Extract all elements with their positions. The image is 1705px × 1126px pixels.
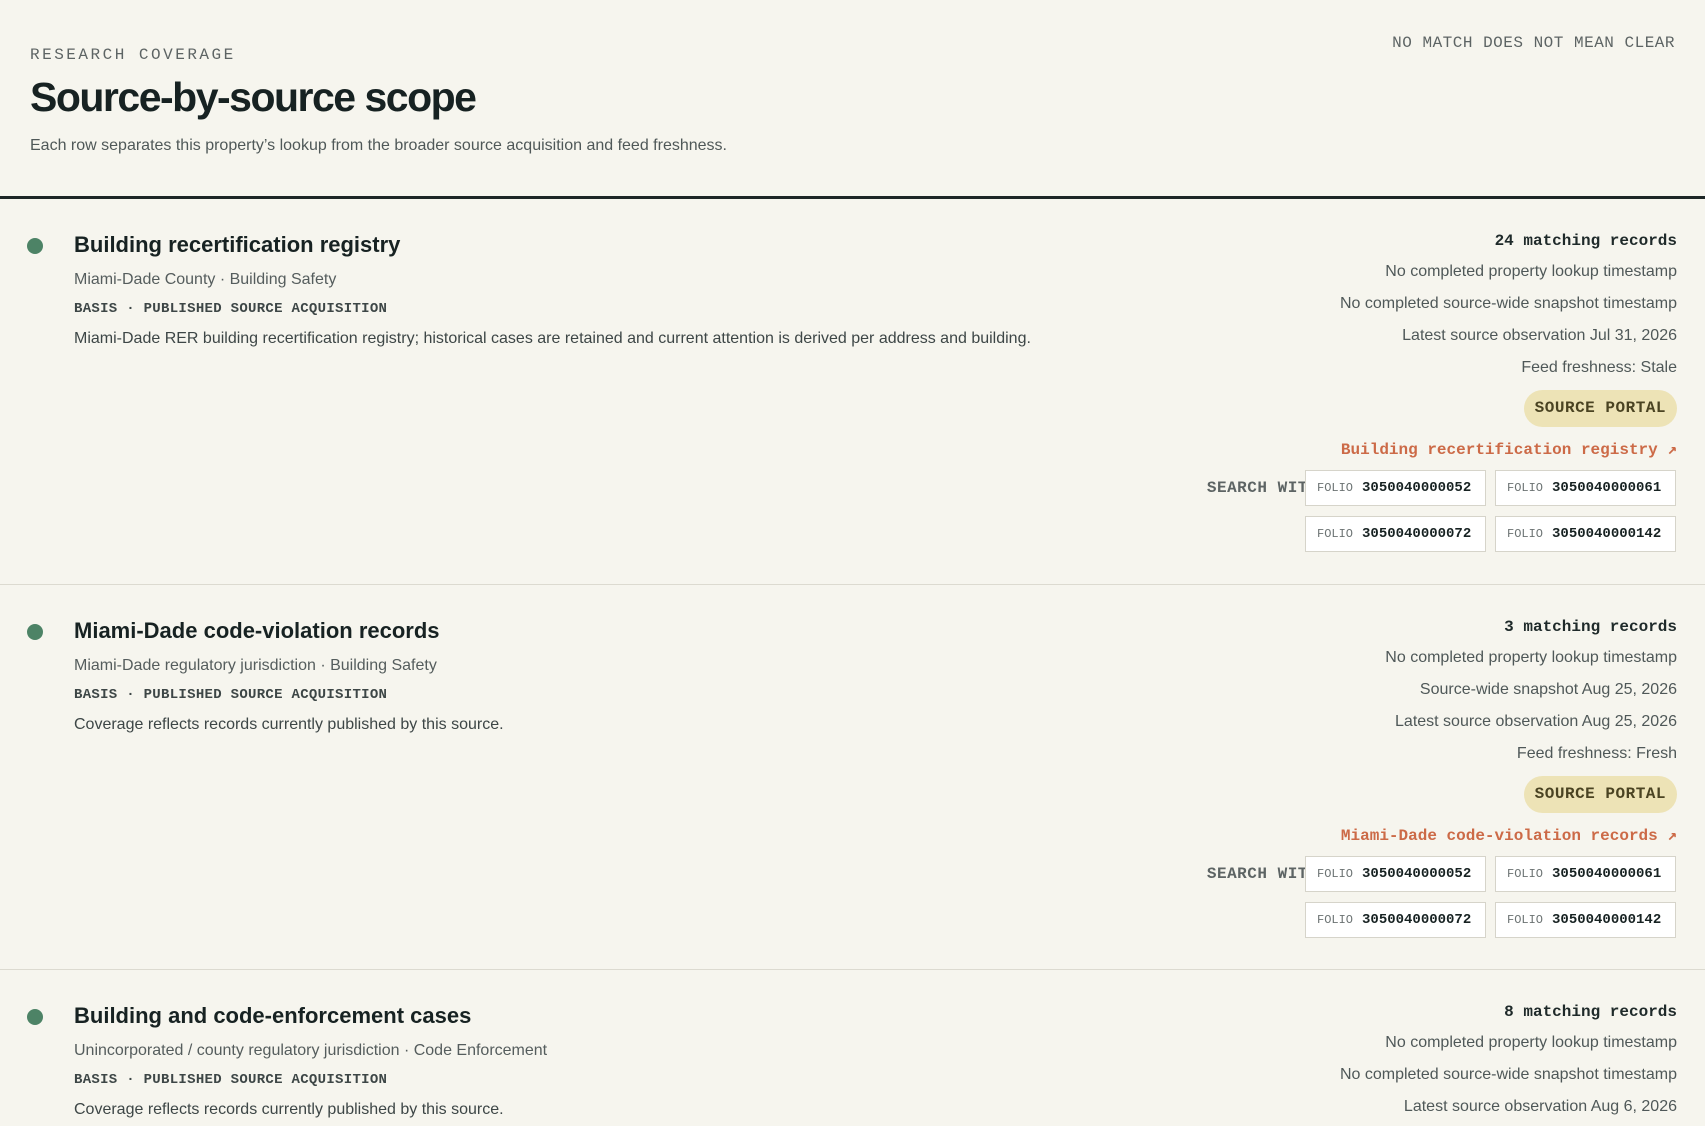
folio-value: 3050040000072: [1362, 526, 1472, 542]
source-row: Miami-Dade code-violation records Miami-…: [0, 585, 1705, 970]
folio-key: FOLIO: [1317, 481, 1354, 495]
folio-chip[interactable]: FOLIO 3050040000052: [1305, 856, 1486, 892]
source-basis: BASIS · PUBLISHED SOURCE ACQUISITION: [74, 687, 388, 703]
source-snapshot-status: No completed source-wide snapshot timest…: [1339, 1066, 1677, 1083]
source-basis: BASIS · PUBLISHED SOURCE ACQUISITION: [74, 301, 388, 317]
folio-chip-group: FOLIO 3050040000052 FOLIO 3050040000061 …: [1305, 470, 1677, 552]
source-name: Building and code-enforcement cases: [74, 1003, 472, 1028]
folio-key: FOLIO: [1507, 481, 1544, 495]
matching-records-count: 24 matching records: [1494, 232, 1677, 250]
source-portal-badge: SOURCE PORTAL: [1523, 390, 1677, 427]
page-subtitle: Each row separates this property’s looku…: [30, 137, 727, 154]
source-basis: BASIS · PUBLISHED SOURCE ACQUISITION: [74, 1072, 388, 1088]
latest-observation: Latest source observation Jul 31, 2026: [1402, 327, 1677, 344]
source-name: Miami-Dade code-violation records: [74, 618, 440, 643]
folio-value: 3050040000061: [1552, 480, 1662, 496]
folio-key: FOLIO: [1507, 527, 1544, 541]
coverage-header: RESEARCH COVERAGE NO MATCH DOES NOT MEAN…: [0, 0, 1705, 199]
folio-chip[interactable]: FOLIO 3050040000072: [1305, 902, 1486, 938]
matching-records-count: 8 matching records: [1504, 1003, 1677, 1021]
feed-freshness: Feed freshness: Stale: [1521, 359, 1677, 376]
latest-observation: Latest source observation Aug 25, 2026: [1395, 713, 1677, 730]
feed-freshness: Feed freshness: Fresh: [1516, 745, 1677, 762]
folio-value: 3050040000061: [1552, 866, 1662, 882]
folio-value: 3050040000142: [1552, 912, 1662, 928]
source-jurisdiction: Unincorporated / county regulatory juris…: [74, 1042, 548, 1059]
folio-key: FOLIO: [1317, 867, 1354, 881]
search-with-label: SEARCH WITH: [1206, 865, 1318, 883]
source-row: Building recertification registry Miami-…: [0, 199, 1705, 585]
folio-chip[interactable]: FOLIO 3050040000142: [1495, 516, 1676, 552]
search-with-label: SEARCH WITH: [1206, 479, 1318, 497]
folio-key: FOLIO: [1507, 913, 1544, 927]
folio-value: 3050040000142: [1552, 526, 1662, 542]
property-lookup-status: No completed property lookup timestamp: [1385, 1034, 1677, 1051]
no-match-notice: NO MATCH DOES NOT MEAN CLEAR: [1392, 34, 1675, 52]
source-description: Coverage reflects records currently publ…: [74, 1101, 504, 1118]
source-snapshot-status: Source-wide snapshot Aug 25, 2026: [1419, 681, 1677, 698]
status-dot-icon: [27, 624, 43, 640]
folio-chip[interactable]: FOLIO 3050040000142: [1495, 902, 1676, 938]
folio-key: FOLIO: [1317, 913, 1354, 927]
source-jurisdiction: Miami-Dade regulatory jurisdiction · Bui…: [74, 657, 437, 674]
latest-observation: Latest source observation Aug 6, 2026: [1403, 1098, 1677, 1115]
folio-key: FOLIO: [1507, 867, 1544, 881]
folio-chip-group: FOLIO 3050040000052 FOLIO 3050040000061 …: [1305, 856, 1677, 938]
folio-value: 3050040000052: [1362, 480, 1472, 496]
section-eyebrow: RESEARCH COVERAGE: [30, 46, 236, 64]
folio-chip[interactable]: FOLIO 3050040000061: [1495, 856, 1676, 892]
source-description: Coverage reflects records currently publ…: [74, 716, 504, 733]
source-name: Building recertification registry: [74, 232, 401, 257]
folio-chip[interactable]: FOLIO 3050040000072: [1305, 516, 1486, 552]
source-row: Building and code-enforcement cases Unin…: [0, 970, 1705, 1126]
source-jurisdiction: Miami-Dade County · Building Safety: [74, 271, 337, 288]
folio-value: 3050040000072: [1362, 912, 1472, 928]
source-snapshot-status: No completed source-wide snapshot timest…: [1339, 295, 1677, 312]
page-title: Source-by-source scope: [30, 74, 477, 120]
matching-records-count: 3 matching records: [1504, 618, 1677, 636]
property-lookup-status: No completed property lookup timestamp: [1385, 263, 1677, 280]
source-portal-link[interactable]: Miami-Dade code-violation records ↗: [1341, 825, 1677, 845]
property-lookup-status: No completed property lookup timestamp: [1385, 649, 1677, 666]
folio-value: 3050040000052: [1362, 866, 1472, 882]
source-portal-link[interactable]: Building recertification registry ↗: [1341, 439, 1677, 459]
status-dot-icon: [27, 1009, 43, 1025]
folio-chip[interactable]: FOLIO 3050040000052: [1305, 470, 1486, 506]
source-portal-badge: SOURCE PORTAL: [1523, 776, 1677, 813]
status-dot-icon: [27, 238, 43, 254]
folio-key: FOLIO: [1317, 527, 1354, 541]
folio-chip[interactable]: FOLIO 3050040000061: [1495, 470, 1676, 506]
source-description: Miami-Dade RER building recertification …: [74, 330, 1031, 347]
